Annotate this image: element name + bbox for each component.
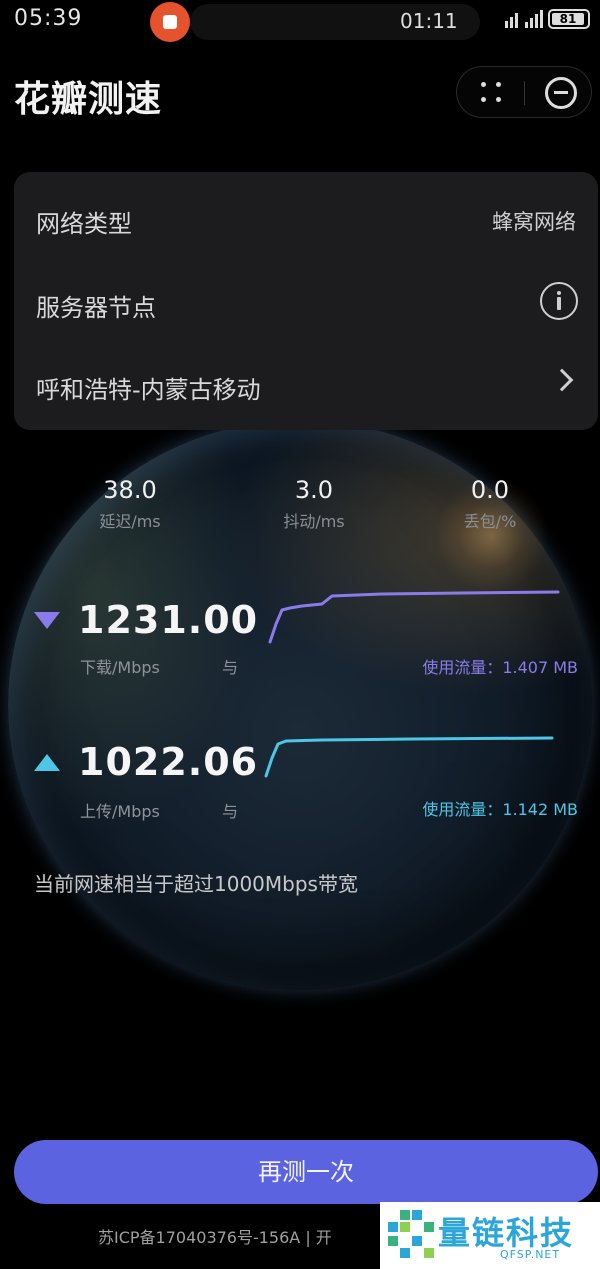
network-type-label: 网络类型 <box>36 210 132 238</box>
bandwidth-note: 当前网速相当于超过1000Mbps带宽 <box>34 872 358 896</box>
download-speed-value: 1231.00 <box>78 598 259 642</box>
server-node-label: 服务器节点 <box>36 294 156 322</box>
download-usage: 使用流量：1.407 MB <box>422 658 578 677</box>
upload-speed-label: 上传/Mbps <box>80 802 160 821</box>
jitter-label: 抖动/ms <box>283 512 345 531</box>
chevron-right-icon[interactable] <box>550 368 574 392</box>
upload-mark: 与 <box>222 802 239 821</box>
download-mark: 与 <box>222 658 239 677</box>
page-title: 花瓣测速 <box>14 79 163 120</box>
mini-program-capsule <box>456 66 592 118</box>
upload-usage: 使用流量：1.142 MB <box>422 800 578 819</box>
server-name[interactable]: 呼和浩特-内蒙古移动 <box>36 370 261 405</box>
close-circle-icon[interactable] <box>545 77 577 109</box>
packet-loss-metric: 0.0 丢包/% <box>430 476 550 532</box>
recording-timer: 01:11 <box>400 9 458 33</box>
info-icon[interactable] <box>540 282 578 320</box>
packet-loss-value: 0.0 <box>470 476 510 504</box>
jitter-value: 3.0 <box>294 476 334 504</box>
latency-value: 38.0 <box>103 476 157 504</box>
upload-speed-graph <box>264 736 554 778</box>
download-speed-graph <box>268 590 560 644</box>
packet-loss-label: 丢包/% <box>463 512 517 531</box>
network-type-value: 蜂窝网络 <box>492 210 576 234</box>
upload-speed-value: 1022.06 <box>78 740 259 784</box>
watermark-logo: 量链科技 QFSP.NET <box>380 1202 600 1269</box>
download-speed-label: 下载/Mbps <box>80 658 160 677</box>
jitter-metric: 3.0 抖动/ms <box>254 476 374 532</box>
status-bar: 05:39 01:11 81 <box>0 0 600 44</box>
latency-label: 延迟/ms <box>99 512 161 531</box>
status-time: 05:39 <box>14 6 83 31</box>
battery-icon: 81 <box>548 9 590 29</box>
stop-recording-button[interactable] <box>150 2 190 42</box>
latency-metric: 38.0 延迟/ms <box>70 476 190 532</box>
stop-icon <box>163 15 177 29</box>
watermark-site: QFSP.NET <box>500 1248 561 1261</box>
battery-level: 81 <box>559 12 577 26</box>
upload-arrow-icon <box>34 754 60 771</box>
retest-button[interactable]: 再测一次 <box>14 1140 598 1204</box>
download-arrow-icon <box>34 612 60 629</box>
network-info-card: 网络类型 蜂窝网络 服务器节点 呼和浩特-内蒙古移动 <box>14 172 598 430</box>
signal-icon <box>505 10 543 28</box>
watermark-logo-icon <box>388 1210 434 1258</box>
more-dots-icon[interactable] <box>479 80 505 106</box>
icp-footer[interactable]: 苏ICP备17040376号-156A | 开 <box>98 1224 332 1248</box>
